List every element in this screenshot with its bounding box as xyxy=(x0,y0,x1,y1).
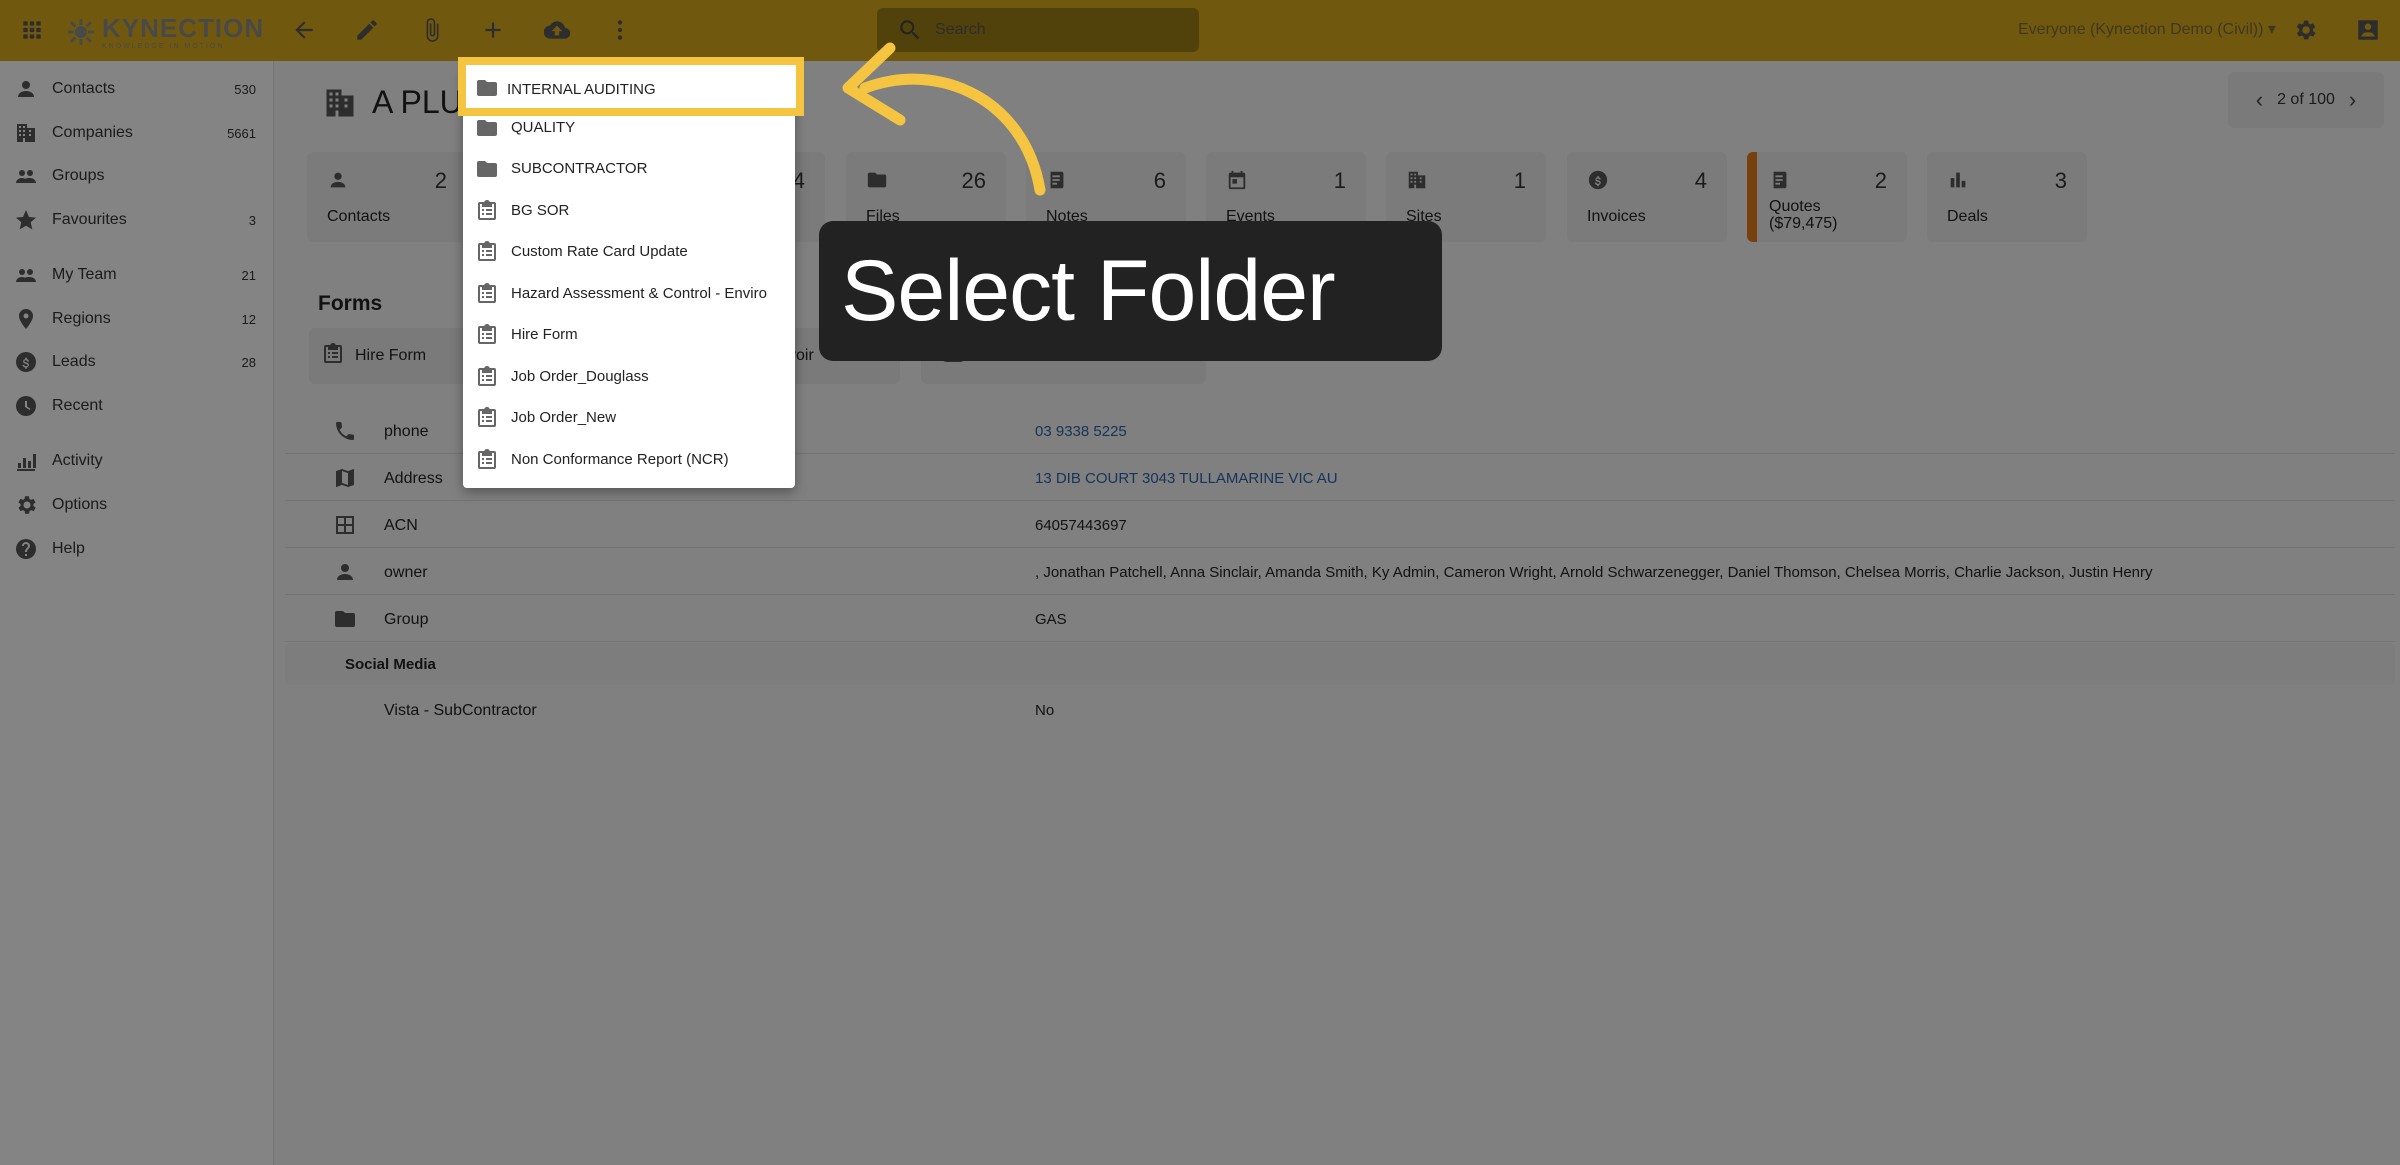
folder-icon xyxy=(475,76,499,100)
dropdown-item-label: Job Order_New xyxy=(511,409,617,426)
dropdown-item-label: Job Order_Douglass xyxy=(511,368,649,385)
dropdown-item-bg-sor[interactable]: BG SOR xyxy=(463,190,795,231)
dropdown-item-job-order-douglass[interactable]: Job Order_Douglass xyxy=(463,356,795,397)
callout-text: Select Folder xyxy=(841,242,1336,339)
dropdown-item-label: Hazard Assessment & Control - Enviro xyxy=(511,285,767,302)
dropdown-item-hire-form[interactable]: Hire Form xyxy=(463,314,795,355)
dropdown-item-label: SUBCONTRACTOR xyxy=(511,160,648,177)
clipboard-icon xyxy=(475,199,499,223)
dropdown-item-label: INTERNAL AUDITING xyxy=(507,81,656,98)
tutorial-arrow-icon xyxy=(842,42,1046,196)
dropdown-item-ncr[interactable]: Non Conformance Report (NCR) xyxy=(463,439,795,480)
dropdown-item-hazard-assessment[interactable]: Hazard Assessment & Control - Enviro xyxy=(463,273,795,314)
dropdown-item-internal-auditing[interactable]: INTERNAL AUDITING xyxy=(458,57,804,116)
dropdown-item-label: Non Conformance Report (NCR) xyxy=(511,451,729,468)
add-form-dropdown: QUALITY SUBCONTRACTOR BG SOR Custom Rate… xyxy=(463,66,795,488)
folder-icon xyxy=(475,157,499,181)
dropdown-item-label: BG SOR xyxy=(511,202,570,219)
tutorial-dim-overlay xyxy=(0,0,2400,1165)
dropdown-item-label: QUALITY xyxy=(511,119,576,136)
clipboard-icon xyxy=(475,406,499,430)
dropdown-item-custom-rate-card[interactable]: Custom Rate Card Update xyxy=(463,231,795,272)
dropdown-item-label: Hire Form xyxy=(511,326,578,343)
clipboard-icon xyxy=(475,448,499,472)
dropdown-item-job-order-new[interactable]: Job Order_New xyxy=(463,397,795,438)
folder-icon xyxy=(475,116,499,140)
dropdown-item-label: Custom Rate Card Update xyxy=(511,243,688,260)
clipboard-icon xyxy=(475,365,499,389)
clipboard-icon xyxy=(475,282,499,306)
tutorial-callout: Select Folder xyxy=(819,221,1442,361)
clipboard-icon xyxy=(475,240,499,264)
dropdown-item-subcontractor[interactable]: SUBCONTRACTOR xyxy=(463,148,795,189)
clipboard-icon xyxy=(475,323,499,347)
